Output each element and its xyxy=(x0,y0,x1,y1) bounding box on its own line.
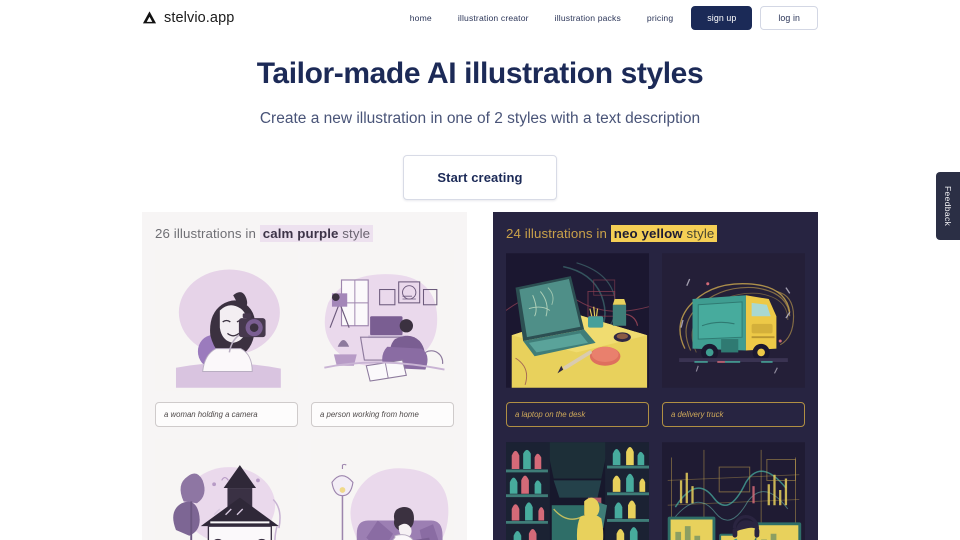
illustration-card[interactable] xyxy=(311,439,454,540)
nav-link-home[interactable]: home xyxy=(397,7,445,29)
person-at-monitors-illustration xyxy=(662,442,805,540)
feedback-label: Feedback xyxy=(943,185,953,227)
home-office-illustration xyxy=(311,250,454,391)
panel-count-text: 26 illustrations in xyxy=(155,226,256,241)
delivery-truck-illustration xyxy=(662,253,805,388)
panel-style-name: calm purple xyxy=(262,226,339,241)
site-header: stelvio.app home illustration creator il… xyxy=(0,0,960,35)
woman-with-camera-illustration xyxy=(155,250,298,391)
brand-logo[interactable]: stelvio.app xyxy=(142,10,234,26)
hero-cta-wrapper: Start creating xyxy=(0,155,960,200)
nav-link-illustration-creator[interactable]: illustration creator xyxy=(445,7,542,29)
panel-title-calm-purple: 26 illustrations in calm purple style xyxy=(142,212,467,242)
church-house-illustration xyxy=(155,439,298,540)
panel-title-neo-yellow: 24 illustrations in neo yellow style xyxy=(493,212,818,242)
nav-link-illustration-packs[interactable]: illustration packs xyxy=(542,7,634,29)
person-in-store-aisle-illustration xyxy=(506,442,649,540)
illustration-card[interactable] xyxy=(155,439,298,540)
illustration-caption: a woman holding a camera xyxy=(155,402,298,427)
panel-count-text: 24 illustrations in xyxy=(506,226,607,241)
panel-style-highlight: neo yellow style xyxy=(610,225,718,242)
illustration-caption: a delivery truck xyxy=(662,402,805,427)
panel-style-suffix: style xyxy=(342,226,371,241)
style-panel-calm-purple: 26 illustrations in calm purple style a … xyxy=(142,212,467,540)
brand-name: stelvio.app xyxy=(164,9,235,26)
style-panels: 26 illustrations in calm purple style a … xyxy=(142,212,818,540)
illustration-card[interactable]: a person working from home xyxy=(311,250,454,427)
illustration-card[interactable]: a delivery truck xyxy=(662,250,805,427)
hero-subtitle: Create a new illustration in one of 2 st… xyxy=(259,110,701,127)
illustration-caption: a laptop on the desk xyxy=(506,402,649,427)
page-title: Tailor-made AI illustration styles xyxy=(256,57,704,90)
illustration-grid-neo-yellow: a laptop on the desk a delivery truck xyxy=(493,250,818,540)
illustration-caption: a person working from home xyxy=(311,402,454,427)
style-panel-neo-yellow: 24 illustrations in neo yellow style a l… xyxy=(493,212,818,540)
panel-style-name: neo yellow xyxy=(613,226,683,241)
illustration-card[interactable]: a laptop on the desk xyxy=(506,250,649,427)
log-in-button[interactable]: log in xyxy=(760,5,818,30)
triangle-logo-icon xyxy=(142,11,157,24)
laptop-on-desk-illustration xyxy=(506,253,649,388)
panel-style-highlight: calm purple style xyxy=(259,225,374,242)
illustration-card[interactable]: a woman holding a camera xyxy=(155,250,298,427)
sign-up-button[interactable]: sign up xyxy=(691,5,753,30)
landing-page: stelvio.app home illustration creator il… xyxy=(0,0,960,540)
main-nav: home illustration creator illustration p… xyxy=(397,5,818,30)
illustration-card[interactable] xyxy=(506,439,649,540)
feedback-tab[interactable]: Feedback xyxy=(936,172,960,240)
woman-reading-on-couch-illustration xyxy=(311,439,454,540)
start-creating-button[interactable]: Start creating xyxy=(403,155,557,200)
illustration-card[interactable] xyxy=(662,439,805,540)
nav-link-pricing[interactable]: pricing xyxy=(634,7,686,29)
panel-style-suffix: style xyxy=(686,226,715,241)
illustration-grid-calm-purple: a woman holding a camera a person workin… xyxy=(142,250,467,540)
hero-section: Tailor-made AI illustration styles Creat… xyxy=(0,35,960,200)
